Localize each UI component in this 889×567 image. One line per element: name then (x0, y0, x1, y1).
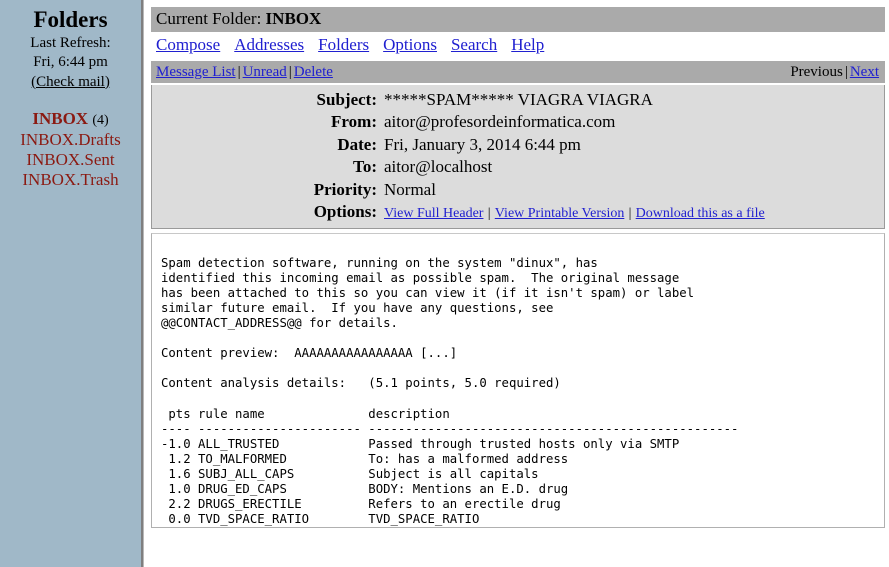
menu-item-addresses[interactable]: Addresses (234, 35, 304, 54)
menu-item-options[interactable]: Options (383, 35, 437, 54)
date-value: Fri, January 3, 2014 6:44 pm (384, 134, 581, 154)
priority-value: Normal (384, 179, 436, 199)
action-separator-3: | (844, 63, 848, 80)
options-separator-2: | (628, 206, 632, 222)
action-separator-1: | (237, 63, 241, 80)
from-label: From: (331, 112, 377, 132)
folder-item-sent[interactable]: INBOX.Sent (0, 150, 141, 170)
previous-message-link: Previous (790, 63, 843, 80)
main-panel: Current Folder: INBOX Compose Addresses Fo… (143, 0, 889, 567)
from-value: aitor@profesordeinformatica.com (384, 112, 616, 132)
message-action-bar: Message List | Unread | Delete Previous … (151, 61, 885, 83)
action-separator-2: | (288, 63, 292, 80)
action-bar-right: Previous | Next (790, 64, 879, 81)
header-row-date: Date: Fri, January 3, 2014 6:44 pm (152, 134, 884, 156)
folder-item-inbox[interactable]: INBOX (4) (0, 109, 141, 130)
folders-sidebar: Folders Last Refresh: Fri, 6:44 pm (Chec… (0, 0, 143, 567)
options-value: View Full Header | View Printable Versio… (384, 201, 884, 223)
folder-list: INBOX (4) INBOX.Drafts INBOX.Sent INBOX.… (0, 109, 141, 191)
subject-value: *****SPAM***** VIAGRA VIAGRA (384, 90, 653, 109)
squirrelmail-page: Folders Last Refresh: Fri, 6:44 pm (Chec… (0, 0, 889, 567)
header-row-priority: Priority: Normal (152, 179, 884, 201)
to-value: aitor@localhost (384, 157, 493, 177)
current-folder-prefix: Current Folder: (156, 9, 262, 28)
menu-item-compose[interactable]: Compose (156, 35, 220, 54)
current-folder-name: INBOX (265, 9, 322, 28)
current-folder-bar: Current Folder: INBOX (151, 7, 885, 32)
message-body-text: Spam detection software, running on the … (161, 255, 739, 527)
main-inner: Current Folder: INBOX Compose Addresses Fo… (151, 7, 885, 529)
last-refresh-block: Last Refresh: Fri, 6:44 pm (Check mail) (0, 34, 141, 92)
view-printable-version-link[interactable]: View Printable Version (495, 206, 625, 221)
header-row-subject: Subject: *****SPAM***** VIAGRA VIAGRA (152, 89, 884, 111)
unread-link[interactable]: Unread (243, 64, 287, 81)
priority-label: Priority: (313, 179, 377, 199)
inbox-unread-count: (4) (92, 112, 109, 128)
last-refresh-label: Last Refresh: (30, 35, 111, 52)
view-full-header-link[interactable]: View Full Header (384, 206, 483, 221)
action-bar-left: Message List | Unread | Delete (156, 64, 333, 81)
date-label: Date: (337, 134, 377, 154)
menu-item-search[interactable]: Search (451, 35, 497, 54)
header-row-to: To: aitor@localhost (152, 156, 884, 178)
message-header-block: Subject: *****SPAM***** VIAGRA VIAGRA Fr… (151, 85, 885, 229)
options-separator-1: | (487, 206, 491, 222)
folder-label-inbox: INBOX (32, 108, 89, 128)
download-as-file-link[interactable]: Download this as a file (636, 206, 765, 221)
options-label: Options: (313, 202, 377, 222)
check-mail-link[interactable]: (Check mail) (31, 74, 110, 90)
last-refresh-time: Fri, 6:44 pm (33, 54, 108, 71)
message-list-link[interactable]: Message List (156, 64, 236, 81)
subject-label: Subject: (316, 90, 377, 109)
header-row-options: Options: View Full Header | View Printab… (152, 201, 884, 223)
menu-item-help[interactable]: Help (511, 35, 544, 54)
message-header-table: Subject: *****SPAM***** VIAGRA VIAGRA Fr… (152, 89, 884, 224)
next-message-link[interactable]: Next (850, 64, 879, 81)
folder-item-trash[interactable]: INBOX.Trash (0, 170, 141, 190)
folder-item-drafts[interactable]: INBOX.Drafts (0, 130, 141, 150)
header-row-from: From: aitor@profesordeinformatica.com (152, 111, 884, 133)
menu-item-folders[interactable]: Folders (318, 35, 369, 54)
message-body-panel: Spam detection software, running on the … (151, 232, 885, 529)
main-menu-bar: Compose Addresses Folders Options Search Help (151, 32, 885, 61)
delete-link[interactable]: Delete (294, 64, 333, 81)
to-label: To: (353, 157, 377, 177)
sidebar-title: Folders (33, 7, 108, 32)
